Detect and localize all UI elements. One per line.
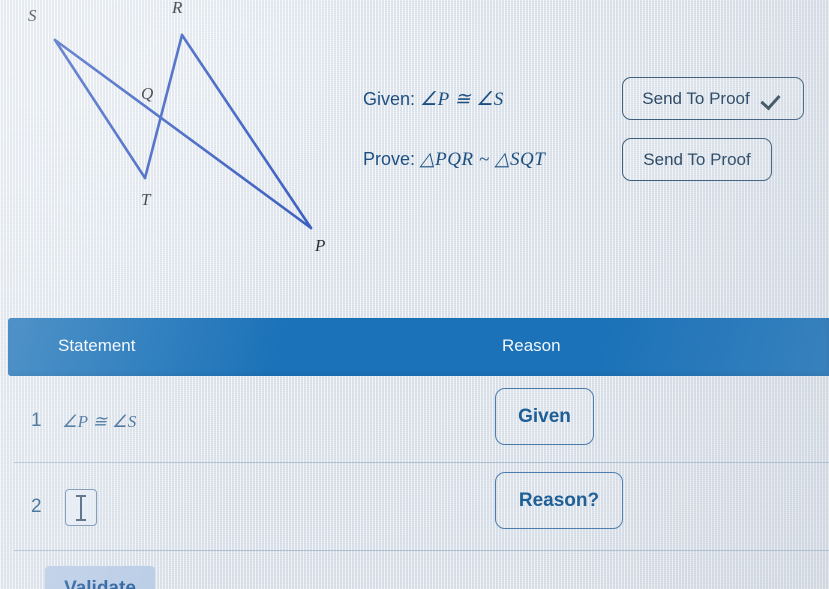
vertex-label-q: Q [141,84,154,103]
proof-diagram: S R Q T P [0,0,400,290]
given-label: Given: [363,89,416,109]
proof-table-header: Statement Reason [8,318,829,376]
row-number: 1 [31,410,42,431]
check-icon [762,90,784,108]
vertex-label-p: P [315,236,326,255]
reason-button-label: Given [518,405,571,427]
segment-sp [53,38,313,230]
column-header-reason: Reason [502,336,561,355]
segment-tr [143,33,184,180]
geometry-proof-screen: S R Q T P Given: ∠P ≅ ∠S Send To Proof P… [0,0,829,589]
segment-rp [180,33,313,230]
row-number: 2 [31,496,42,517]
send-to-proof-prove-button[interactable]: Send To Proof [622,138,772,181]
send-to-proof-given-label: Send To Proof [642,88,750,108]
column-header-statement: Statement [58,336,136,355]
vertex-label-t: T [141,190,151,209]
row-divider [14,550,829,551]
given-row: Given: ∠P ≅ ∠S [363,88,504,111]
vertex-label-r: R [172,0,183,17]
reason-button[interactable]: Given [495,388,594,445]
prove-row: Prove: △PQR ~ △SQT [363,148,545,171]
validate-button[interactable]: Validate [45,566,155,589]
vertex-label-s: S [28,6,37,25]
segment-st [53,38,147,180]
text-caret-icon [76,495,86,521]
send-to-proof-given-button[interactable]: Send To Proof [622,77,804,120]
diagram-svg [53,33,313,230]
row-divider [14,462,829,463]
prove-statement: △PQR ~ △SQT [420,149,546,170]
send-to-proof-prove-label: Send To Proof [643,149,751,169]
prove-label: Prove: [363,149,416,169]
given-statement: ∠P ≅ ∠S [420,89,504,110]
row-statement[interactable]: ∠P ≅ ∠S [62,412,137,432]
reason-button-label: Reason? [518,489,600,511]
validate-button-label: Validate [64,578,136,589]
statement-input[interactable] [65,489,97,526]
reason-button[interactable]: Reason? [495,472,623,529]
